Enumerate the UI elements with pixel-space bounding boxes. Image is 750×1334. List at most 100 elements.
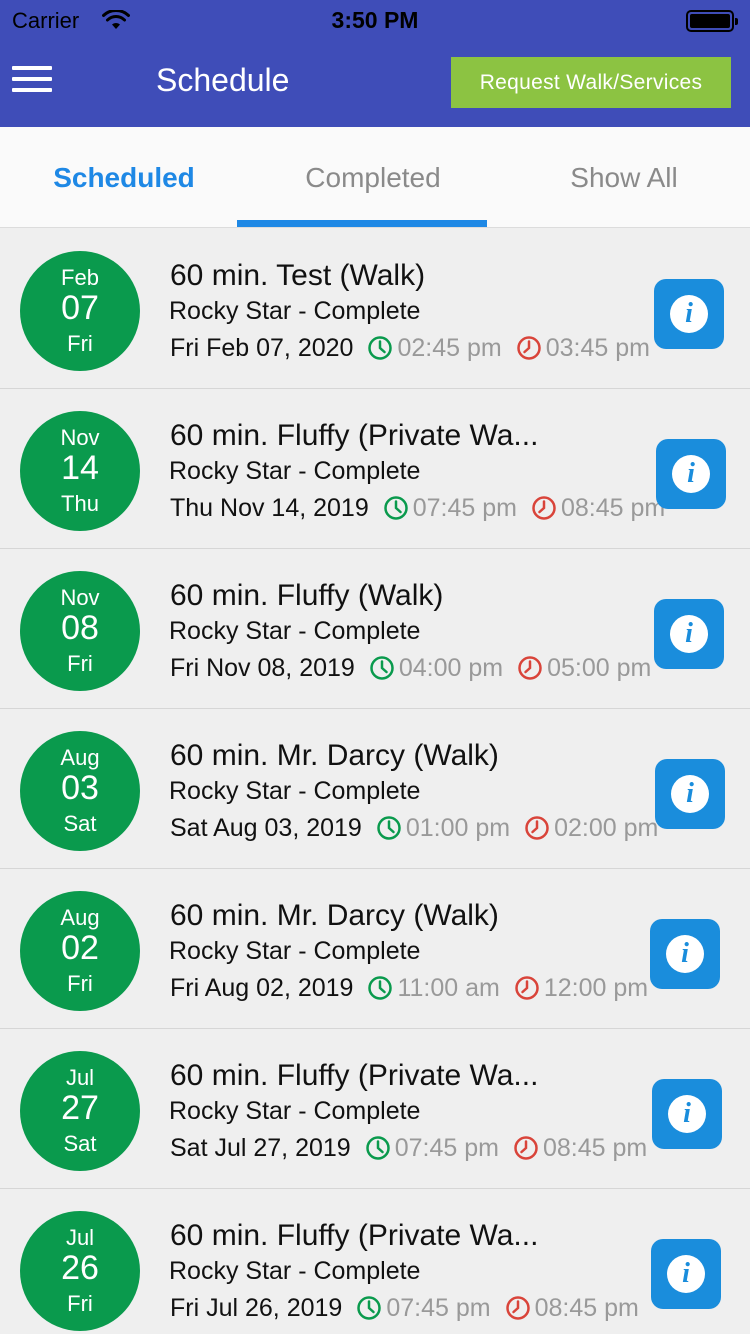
- info-button[interactable]: i: [652, 1079, 722, 1149]
- end-time: 08:45 pm: [513, 1134, 647, 1163]
- date-weekday: Fri: [67, 651, 93, 676]
- start-time-text: 01:00 pm: [405, 813, 511, 842]
- info-icon: i: [670, 615, 708, 653]
- date-day: 08: [61, 609, 99, 647]
- appointment-status: Rocky Star - Complete: [169, 297, 421, 325]
- date-day: 14: [61, 449, 99, 487]
- start-time: 07:45 pm: [365, 1134, 499, 1163]
- date-month: Nov: [60, 425, 100, 450]
- info-icon: i: [668, 1095, 706, 1133]
- appointment-title: 60 min. Fluffy (Private Wa...: [170, 1219, 539, 1252]
- end-time: 02:00 pm: [524, 814, 658, 843]
- appointment-title: 60 min. Fluffy (Private Wa...: [170, 1059, 539, 1092]
- date-month: Aug: [60, 745, 100, 770]
- page-title: Schedule: [156, 62, 290, 98]
- date-weekday: Thu: [61, 491, 99, 516]
- appointment-row[interactable]: Nov 14 Thu 60 min. Fluffy (Private Wa...…: [0, 389, 750, 549]
- date-badge: Nov 08 Fri: [20, 571, 140, 691]
- info-button[interactable]: i: [654, 279, 724, 349]
- tab-show-all[interactable]: Show All: [498, 127, 750, 228]
- end-time-text: 08:45 pm: [561, 493, 666, 522]
- info-button[interactable]: i: [655, 759, 725, 829]
- start-time-text: 04:00 pm: [398, 653, 504, 682]
- clock-icon-green: [370, 656, 394, 680]
- start-time: 11:00 am: [367, 973, 500, 1003]
- date-month: Nov: [60, 585, 100, 610]
- status-time: 3:50 PM: [331, 7, 419, 33]
- clock-icon-green: [357, 1296, 382, 1320]
- end-time-text: 08:45 pm: [542, 1133, 648, 1162]
- date-month: Jul: [65, 1225, 95, 1250]
- date-badge: Nov 14 Thu: [20, 411, 140, 531]
- appointment-meta: Sat Jul 27, 2019 07:45 pm 08:45 pm: [170, 1132, 661, 1164]
- date-day: 02: [61, 929, 99, 967]
- status-bar: Carrier 3:50 PM: [0, 0, 750, 40]
- tab-bar: Scheduled Completed Show All: [0, 127, 750, 228]
- appointment-date: Fri Aug 02, 2019: [170, 973, 354, 1002]
- info-icon: i: [670, 295, 708, 333]
- tab-completed[interactable]: Completed: [248, 127, 498, 228]
- date-weekday: Sat: [63, 1131, 97, 1156]
- clock-icon-green: [368, 976, 393, 1000]
- appointment-list: Feb 07 Fri 60 min. Test (Walk) Rocky Sta…: [0, 229, 750, 1334]
- clock-icon-green: [384, 496, 408, 520]
- date-badge: Jul 26 Fri: [20, 1211, 140, 1331]
- request-walk-services-button[interactable]: Request Walk/Services: [451, 57, 731, 108]
- date-month: Aug: [60, 905, 100, 930]
- end-time-text: 08:45 pm: [534, 1293, 639, 1322]
- appointment-status: Rocky Star - Complete: [169, 457, 421, 485]
- appointment-status: Rocky Star - Complete: [169, 1097, 421, 1125]
- info-button[interactable]: i: [650, 919, 720, 989]
- clock-icon-green: [368, 336, 393, 360]
- appointment-row[interactable]: Feb 07 Fri 60 min. Test (Walk) Rocky Sta…: [0, 229, 750, 389]
- appointment-row[interactable]: Aug 03 Sat 60 min. Mr. Darcy (Walk) Rock…: [0, 709, 750, 869]
- appointment-row[interactable]: Aug 02 Fri 60 min. Mr. Darcy (Walk) Rock…: [0, 869, 750, 1029]
- tab-scheduled[interactable]: Scheduled: [0, 127, 248, 228]
- clock-icon-green: [365, 1136, 390, 1160]
- info-button[interactable]: i: [656, 439, 726, 509]
- start-time-text: 07:45 pm: [386, 1293, 491, 1322]
- clock-icon-red: [532, 496, 556, 520]
- start-time-text: 07:45 pm: [412, 493, 517, 522]
- start-time-text: 11:00 am: [397, 973, 500, 1002]
- date-badge: Aug 03 Sat: [20, 731, 140, 851]
- info-icon: i: [671, 775, 709, 813]
- start-time: 07:45 pm: [356, 1293, 491, 1323]
- hamburger-menu-icon[interactable]: [12, 66, 52, 96]
- date-badge: Feb 07 Fri: [20, 251, 140, 371]
- appointment-status: Rocky Star - Complete: [169, 617, 421, 645]
- battery-icon: [686, 10, 738, 32]
- date-month: Feb: [61, 265, 99, 290]
- info-icon: i: [666, 935, 704, 973]
- clock-icon-red: [518, 656, 542, 680]
- date-weekday: Fri: [67, 331, 93, 356]
- appointment-row[interactable]: Jul 26 Fri 60 min. Fluffy (Private Wa...…: [0, 1189, 750, 1334]
- date-weekday: Fri: [67, 1291, 93, 1316]
- date-month: Jul: [65, 1065, 95, 1090]
- appointment-date: Fri Jul 26, 2019: [170, 1293, 343, 1322]
- date-day: 26: [61, 1249, 99, 1287]
- appointment-row[interactable]: Nov 08 Fri 60 min. Fluffy (Walk) Rocky S…: [0, 549, 750, 709]
- appointment-title: 60 min. Fluffy (Walk): [170, 579, 444, 612]
- appointment-meta: Fri Jul 26, 2019 07:45 pm 08:45 pm: [170, 1292, 653, 1324]
- appointment-date: Fri Nov 08, 2019: [170, 653, 355, 682]
- info-button[interactable]: i: [654, 599, 724, 669]
- info-button[interactable]: i: [651, 1239, 721, 1309]
- appointment-date: Thu Nov 14, 2019: [170, 493, 369, 522]
- end-time: 12:00 pm: [514, 974, 648, 1003]
- end-time-text: 02:00 pm: [554, 813, 659, 842]
- appointment-status: Rocky Star - Complete: [169, 937, 421, 965]
- clock-icon-red: [514, 1136, 538, 1160]
- start-time: 02:45 pm: [367, 334, 502, 363]
- info-icon: i: [667, 1255, 705, 1293]
- appointment-meta: Fri Nov 08, 2019 04:00 pm 05:00 pm: [170, 652, 665, 684]
- appointment-meta: Thu Nov 14, 2019 07:45 pm 08:45 pm: [170, 492, 679, 524]
- appointment-title: 60 min. Mr. Darcy (Walk): [170, 739, 499, 772]
- clock-icon-red: [505, 1296, 530, 1320]
- date-badge: Aug 02 Fri: [20, 891, 140, 1011]
- date-weekday: Fri: [67, 971, 93, 996]
- clock-icon-green: [377, 816, 401, 840]
- appointment-row[interactable]: Jul 27 Sat 60 min. Fluffy (Private Wa...…: [0, 1029, 750, 1189]
- appointment-status: Rocky Star - Complete: [169, 1257, 421, 1285]
- appointment-status: Rocky Star - Complete: [169, 777, 421, 805]
